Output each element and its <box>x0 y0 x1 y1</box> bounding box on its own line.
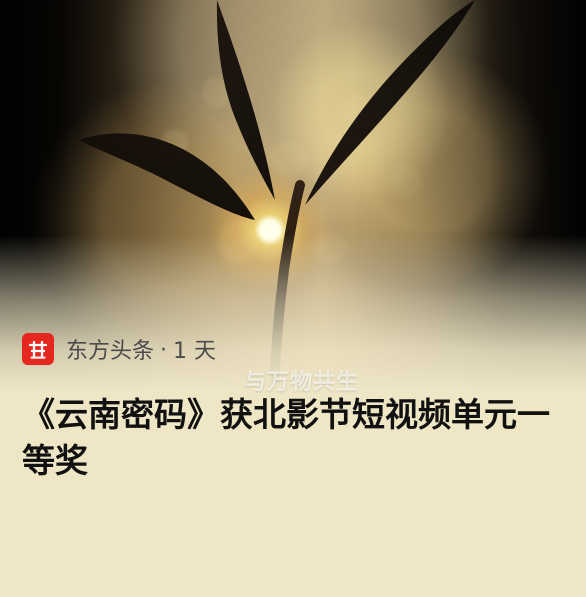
hero-fade <box>0 0 586 597</box>
source-time: 1 天 <box>173 339 217 364</box>
news-card[interactable]: 与万物共生 东方头条 · 1 天 《云南密码》获北影节短视频单元一等奖 <box>0 0 586 597</box>
toutiao-logo-icon <box>22 333 54 365</box>
source-meta: 东方头条 · 1 天 <box>66 333 216 365</box>
headline[interactable]: 《云南密码》获北影节短视频单元一等奖 <box>22 392 562 484</box>
source-name: 东方头条 <box>66 339 155 364</box>
source-separator: · <box>160 338 168 363</box>
source-row[interactable]: 东方头条 · 1 天 <box>22 332 216 366</box>
